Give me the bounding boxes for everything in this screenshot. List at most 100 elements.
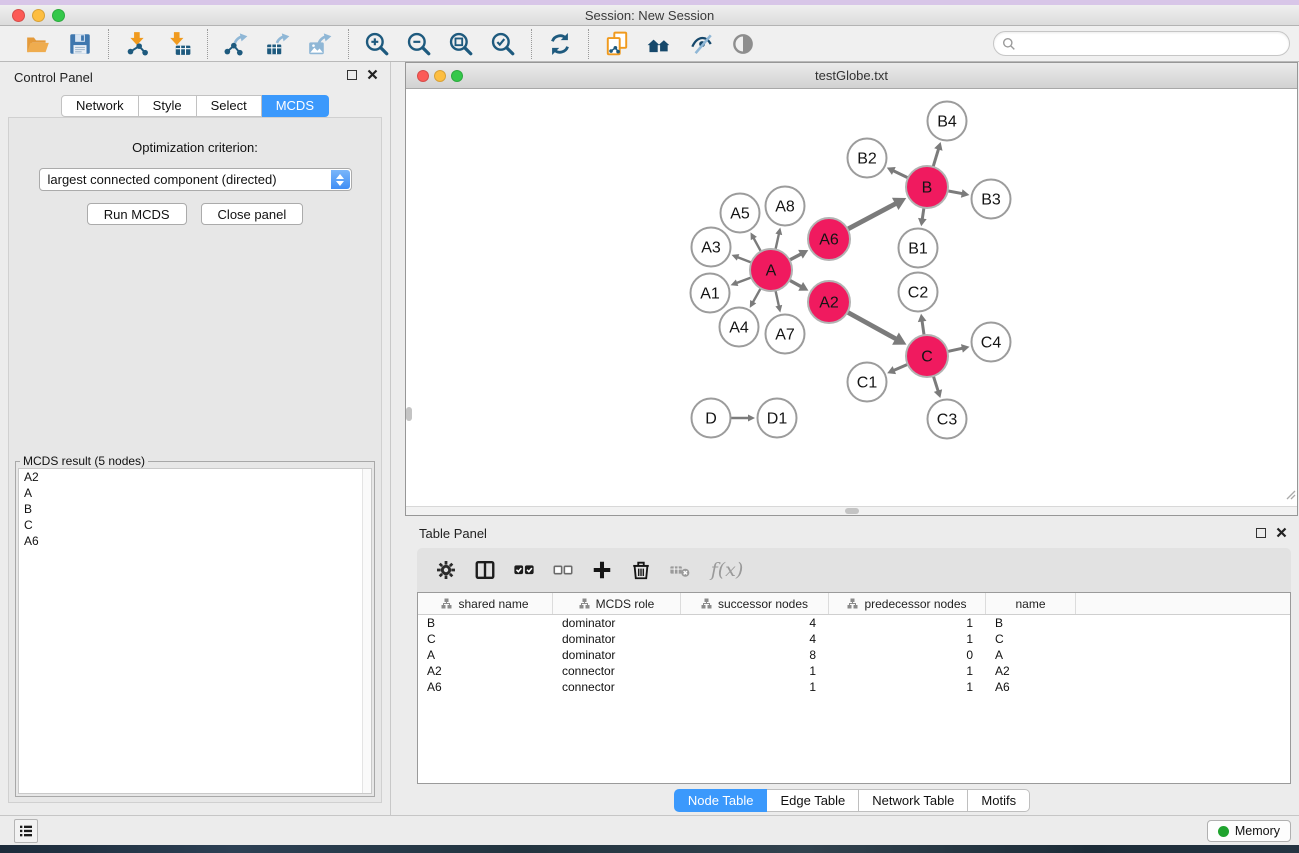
export-network-button[interactable] xyxy=(215,29,257,59)
result-item[interactable]: A xyxy=(19,485,371,501)
fx-button[interactable]: f(x) xyxy=(707,558,747,582)
first-neighbors-button[interactable] xyxy=(638,29,680,59)
zoom-fit-button[interactable] xyxy=(440,29,482,59)
node-B1[interactable]: B1 xyxy=(899,229,938,268)
delete-table-button[interactable] xyxy=(668,558,692,582)
close-panel-button[interactable]: Close panel xyxy=(201,203,304,225)
cell-successor-nodes[interactable]: 1 xyxy=(681,663,829,679)
cell-MCDS-role[interactable]: dominator xyxy=(553,615,681,631)
tab-network[interactable]: Network xyxy=(61,95,139,117)
edge-C-C1[interactable] xyxy=(887,364,909,375)
horizontal-scrollbar[interactable] xyxy=(406,506,1297,515)
close-panel-icon[interactable] xyxy=(367,69,378,80)
result-scrollbar[interactable] xyxy=(362,469,371,793)
close-table-panel-icon[interactable] xyxy=(1276,527,1287,538)
edge-A-A1[interactable] xyxy=(731,277,754,286)
edge-B-B4[interactable] xyxy=(933,142,943,169)
cell-predecessor-nodes[interactable]: 0 xyxy=(829,647,986,663)
node-A2[interactable]: A2 xyxy=(808,281,850,323)
node-B2[interactable]: B2 xyxy=(848,139,887,178)
cell-shared-name[interactable]: A2 xyxy=(418,663,553,679)
cell-shared-name[interactable]: B xyxy=(418,615,553,631)
cell-predecessor-nodes[interactable]: 1 xyxy=(829,663,986,679)
cell-shared-name[interactable]: A xyxy=(418,647,553,663)
network-canvas[interactable]: B4B2BB3A8A5A6A3B1AC2A1A2A4A7C4CC1C3DD1 xyxy=(406,89,1297,506)
export-image-button[interactable] xyxy=(299,29,341,59)
open-button[interactable] xyxy=(17,29,59,59)
tab-select[interactable]: Select xyxy=(197,95,262,117)
node-C1[interactable]: C1 xyxy=(848,363,887,402)
show-all-button[interactable] xyxy=(722,29,764,59)
tab-motifs[interactable]: Motifs xyxy=(968,789,1030,812)
cell-name[interactable]: A6 xyxy=(986,679,1076,695)
tab-edge-table[interactable]: Edge Table xyxy=(767,789,859,812)
table-row[interactable]: A2connector11A2 xyxy=(418,663,1290,679)
cell-successor-nodes[interactable]: 1 xyxy=(681,679,829,695)
node-B[interactable]: B xyxy=(906,166,948,208)
node-A5[interactable]: A5 xyxy=(721,194,760,233)
edge-A-A4[interactable] xyxy=(750,287,762,308)
zoom-out-button[interactable] xyxy=(398,29,440,59)
zoom-selected-button[interactable] xyxy=(482,29,524,59)
cell-MCDS-role[interactable]: connector xyxy=(553,679,681,695)
cell-MCDS-role[interactable]: dominator xyxy=(553,631,681,647)
edge-A-A6[interactable] xyxy=(788,250,809,261)
node-A[interactable]: A xyxy=(750,249,792,291)
node-A1[interactable]: A1 xyxy=(691,274,730,313)
cell-successor-nodes[interactable]: 8 xyxy=(681,647,829,663)
task-history-button[interactable] xyxy=(14,819,38,843)
save-button[interactable] xyxy=(59,29,101,59)
edge-B-B2[interactable] xyxy=(887,167,910,179)
float-table-panel-icon[interactable] xyxy=(1256,528,1266,538)
select-all-button[interactable] xyxy=(512,558,536,582)
new-network-from-selection-button[interactable] xyxy=(596,29,638,59)
zoom-in-button[interactable] xyxy=(356,29,398,59)
table-row[interactable]: Bdominator41B xyxy=(418,615,1290,631)
cell-predecessor-nodes[interactable]: 1 xyxy=(829,615,986,631)
table-row[interactable]: A6connector11A6 xyxy=(418,679,1290,695)
node-A3[interactable]: A3 xyxy=(692,228,731,267)
cell-predecessor-nodes[interactable]: 1 xyxy=(829,679,986,695)
cell-MCDS-role[interactable]: connector xyxy=(553,663,681,679)
table-row[interactable]: Cdominator41C xyxy=(418,631,1290,647)
node-C[interactable]: C xyxy=(906,335,948,377)
node-A4[interactable]: A4 xyxy=(720,308,759,347)
cell-name[interactable]: B xyxy=(986,615,1076,631)
add-column-button[interactable] xyxy=(590,558,614,582)
column-header-name[interactable]: name xyxy=(986,593,1076,614)
result-item[interactable]: A6 xyxy=(19,533,371,549)
edge-C-C2[interactable] xyxy=(918,314,927,337)
import-network-button[interactable] xyxy=(116,29,158,59)
node-A6[interactable]: A6 xyxy=(808,218,850,260)
cell-name[interactable]: C xyxy=(986,631,1076,647)
node-A7[interactable]: A7 xyxy=(766,315,805,354)
deselect-all-button[interactable] xyxy=(551,558,575,582)
cell-name[interactable]: A xyxy=(986,647,1076,663)
table-row[interactable]: Adominator80A xyxy=(418,647,1290,663)
edge-A2-C[interactable] xyxy=(846,311,907,345)
edge-C-C3[interactable] xyxy=(933,374,942,398)
node-A8[interactable]: A8 xyxy=(766,187,805,226)
refresh-button[interactable] xyxy=(539,29,581,59)
tab-style[interactable]: Style xyxy=(139,95,197,117)
edge-A-A2[interactable] xyxy=(788,279,809,291)
node-B3[interactable]: B3 xyxy=(972,180,1011,219)
column-header-successor-nodes[interactable]: successor nodes xyxy=(681,593,829,614)
cell-MCDS-role[interactable]: dominator xyxy=(553,647,681,663)
result-item[interactable]: C xyxy=(19,517,371,533)
float-panel-icon[interactable] xyxy=(347,70,357,80)
edge-B-B3[interactable] xyxy=(946,189,970,198)
cell-shared-name[interactable]: A6 xyxy=(418,679,553,695)
node-D1[interactable]: D1 xyxy=(758,399,797,438)
tab-mcds[interactable]: MCDS xyxy=(262,95,329,117)
search-input[interactable] xyxy=(1016,34,1289,54)
edge-C-C4[interactable] xyxy=(946,344,970,352)
hide-selected-button[interactable] xyxy=(680,29,722,59)
result-item[interactable]: A2 xyxy=(19,469,371,485)
result-item[interactable]: B xyxy=(19,501,371,517)
edge-A6-B[interactable] xyxy=(846,198,906,230)
column-view-button[interactable] xyxy=(473,558,497,582)
cell-successor-nodes[interactable]: 4 xyxy=(681,631,829,647)
tab-network-table[interactable]: Network Table xyxy=(859,789,968,812)
run-mcds-button[interactable]: Run MCDS xyxy=(87,203,187,225)
